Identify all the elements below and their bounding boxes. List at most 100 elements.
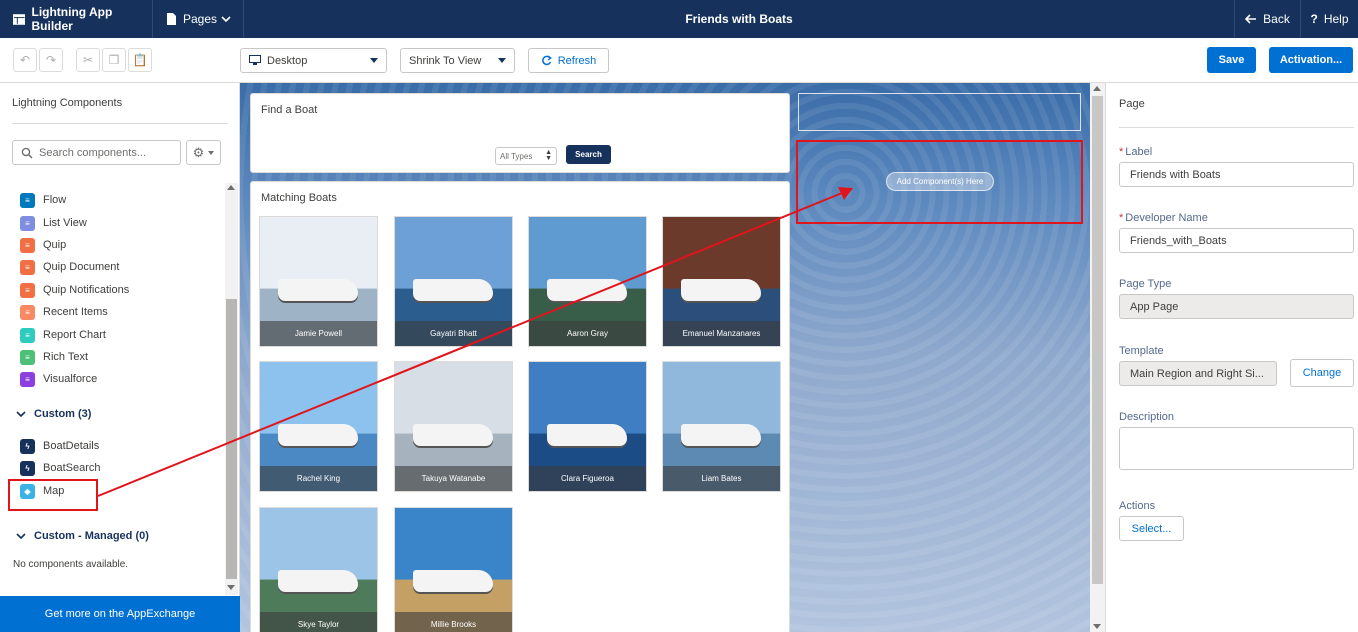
components-scrollbar-thumb[interactable] bbox=[226, 299, 237, 579]
component-item[interactable]: ≡ List View bbox=[20, 213, 87, 233]
component-label: List View bbox=[43, 217, 87, 229]
label-input[interactable]: Friends with Boats bbox=[1119, 162, 1354, 187]
component-item[interactable]: ϟ BoatDetails bbox=[20, 436, 99, 456]
scroll-up-icon[interactable] bbox=[227, 185, 235, 190]
component-item[interactable]: ≡ Quip bbox=[20, 235, 66, 255]
redo-button[interactable]: ↷ bbox=[39, 48, 63, 72]
boat-image bbox=[547, 279, 627, 301]
components-panel-title: Lightning Components bbox=[12, 97, 123, 109]
scroll-up-icon[interactable] bbox=[1093, 86, 1101, 91]
component-item[interactable]: ≡ Visualforce bbox=[20, 369, 97, 389]
settings-menu-button[interactable]: ⚙ bbox=[186, 140, 221, 165]
managed-section-header[interactable]: Custom - Managed (0) bbox=[16, 530, 149, 542]
scroll-down-icon[interactable] bbox=[1093, 624, 1101, 629]
boat-type-select[interactable]: All Types ▲ ▼ bbox=[495, 147, 557, 165]
rich-text-icon: ≡ bbox=[20, 349, 35, 365]
help-button[interactable]: ? Help bbox=[1300, 0, 1358, 38]
component-item[interactable]: ≡ Quip Document bbox=[20, 257, 119, 277]
undo-button[interactable]: ↶ bbox=[13, 48, 37, 72]
matching-boats-card[interactable]: Matching Boats Jamie Powell Gayatri Bhatt… bbox=[250, 181, 790, 632]
boat-tile[interactable]: Aaron Gray bbox=[528, 216, 647, 347]
appexchange-link[interactable]: Get more on the AppExchange bbox=[0, 596, 240, 632]
chevron-down-icon bbox=[16, 410, 26, 417]
question-icon: ? bbox=[1310, 12, 1318, 26]
pages-menu[interactable]: Pages bbox=[153, 0, 244, 38]
recent-items-icon: ≡ bbox=[20, 304, 35, 320]
description-field-label: Description bbox=[1119, 411, 1175, 423]
devname-field-label: * Developer Name bbox=[1119, 212, 1208, 224]
component-label: Recent Items bbox=[43, 306, 108, 318]
activation-button[interactable]: Activation... bbox=[1269, 47, 1353, 73]
developer-name-input[interactable]: Friends_with_Boats bbox=[1119, 228, 1354, 253]
zoom-select[interactable]: Shrink To View bbox=[400, 48, 515, 73]
app-builder-brand[interactable]: Lightning App Builder bbox=[0, 0, 153, 38]
boat-tile[interactable]: Millie Brooks bbox=[394, 507, 513, 632]
visualforce-icon: ≡ bbox=[20, 371, 35, 387]
description-textarea[interactable] bbox=[1119, 427, 1354, 470]
page-type-value: App Page bbox=[1119, 294, 1354, 319]
paste-button[interactable]: 📋 bbox=[128, 48, 152, 72]
component-label: Quip Notifications bbox=[43, 284, 130, 296]
updown-icon: ▲ ▼ bbox=[545, 149, 552, 162]
divider bbox=[1119, 127, 1354, 128]
component-item[interactable]: ≡ Report Chart bbox=[20, 325, 106, 345]
boat-owner-caption: Gayatri Bhatt bbox=[395, 321, 512, 346]
boat-owner-caption: Skye Taylor bbox=[260, 612, 377, 632]
boat-image bbox=[413, 570, 493, 592]
custom-section-header[interactable]: Custom (3) bbox=[16, 408, 91, 420]
boat-tile[interactable]: Gayatri Bhatt bbox=[394, 216, 513, 347]
quip-icon: ≡ bbox=[20, 237, 35, 253]
label-field-label: * Label bbox=[1119, 146, 1152, 158]
find-boat-card[interactable]: Find a Boat All Types ▲ ▼ Search bbox=[250, 93, 790, 173]
back-label: Back bbox=[1263, 12, 1290, 26]
component-item[interactable]: ≡ Rich Text bbox=[20, 347, 88, 367]
caret-down-icon bbox=[498, 58, 506, 63]
copy-button[interactable]: ❐ bbox=[102, 48, 126, 72]
undo-icon: ↶ bbox=[19, 53, 31, 67]
boat-owner-caption: Jamie Powell bbox=[260, 321, 377, 346]
boat-tile[interactable]: Clara Figueroa bbox=[528, 361, 647, 492]
boat-tile[interactable]: Skye Taylor bbox=[259, 507, 378, 632]
right-region-top[interactable] bbox=[798, 93, 1081, 131]
pages-label: Pages bbox=[183, 12, 218, 26]
component-item[interactable]: ≡ Recent Items bbox=[20, 302, 108, 322]
change-template-button[interactable]: Change bbox=[1290, 359, 1354, 387]
device-select[interactable]: Desktop bbox=[240, 48, 387, 73]
back-button[interactable]: Back bbox=[1234, 0, 1300, 38]
chevron-down-icon bbox=[16, 532, 26, 539]
component-item[interactable]: ≡ Flow bbox=[20, 190, 66, 210]
boat-tile[interactable]: Liam Bates bbox=[662, 361, 781, 492]
boat-search-button[interactable]: Search bbox=[566, 145, 611, 164]
component-label: Rich Text bbox=[43, 351, 89, 363]
refresh-button[interactable]: Refresh bbox=[528, 48, 609, 73]
search-components-input[interactable]: Search components... bbox=[12, 140, 181, 165]
divider bbox=[12, 123, 228, 124]
flow-icon: ≡ bbox=[20, 192, 35, 208]
add-component-pill[interactable]: Add Component(s) Here bbox=[886, 172, 994, 191]
boat-tile[interactable]: Jamie Powell bbox=[259, 216, 378, 347]
select-actions-button[interactable]: Select... bbox=[1119, 516, 1184, 541]
component-label: Quip Document bbox=[43, 261, 120, 273]
no-components-text: No components available. bbox=[13, 559, 129, 570]
page-canvas: Find a Boat All Types ▲ ▼ Search Matching… bbox=[240, 83, 1105, 632]
boat-tile[interactable]: Emanuel Manzanares bbox=[662, 216, 781, 347]
component-label: Visualforce bbox=[43, 373, 98, 385]
boat-tile[interactable]: Takuya Watanabe bbox=[394, 361, 513, 492]
monitor-icon bbox=[249, 55, 261, 65]
template-value: Main Region and Right Si... bbox=[1119, 361, 1277, 386]
save-button[interactable]: Save bbox=[1207, 47, 1256, 73]
required-marker: * bbox=[1119, 146, 1124, 158]
canvas-scrollbar-thumb[interactable] bbox=[1092, 96, 1103, 584]
scroll-down-icon[interactable] bbox=[227, 585, 235, 590]
boat-type-value: All Types bbox=[500, 151, 533, 161]
properties-heading: Page bbox=[1119, 98, 1145, 110]
component-item[interactable]: ϟ BoatSearch bbox=[20, 458, 100, 478]
component-item[interactable]: ≡ Quip Notifications bbox=[20, 280, 129, 300]
canvas-scrollbar[interactable] bbox=[1090, 83, 1105, 632]
cut-button[interactable]: ✂ bbox=[76, 48, 100, 72]
boat-image bbox=[278, 424, 358, 446]
boat-tile[interactable]: Rachel King bbox=[259, 361, 378, 492]
lightning-bolt-icon: ϟ bbox=[20, 438, 35, 454]
boat-image bbox=[278, 279, 358, 301]
quip-document-icon: ≡ bbox=[20, 259, 35, 275]
